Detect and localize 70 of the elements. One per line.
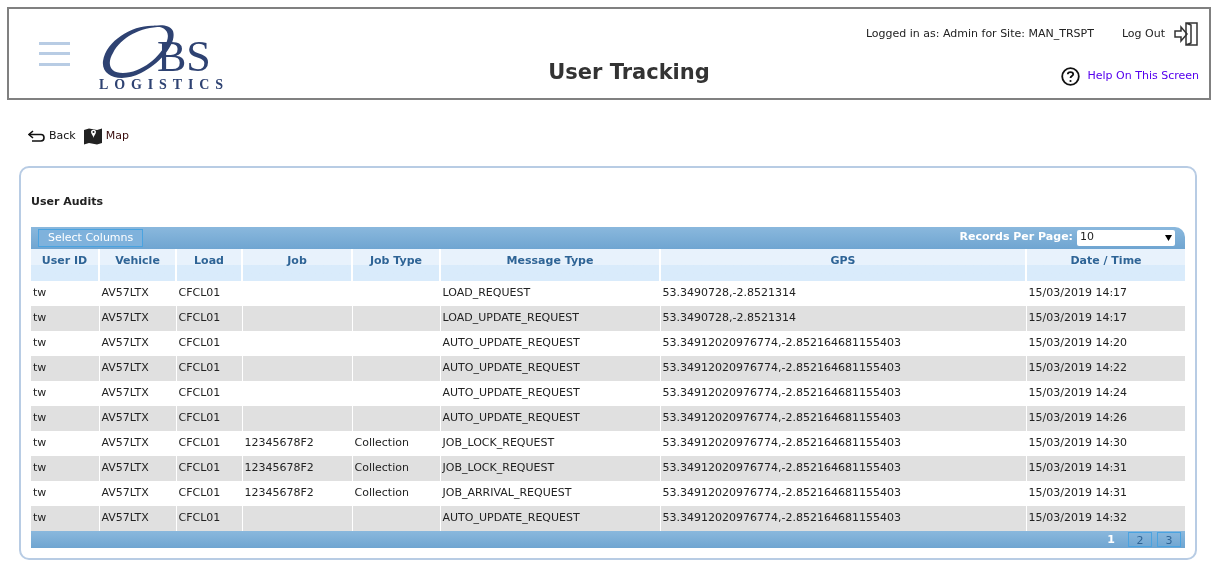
table-cell: tw <box>31 455 99 481</box>
column-header[interactable]: GPS <box>660 248 1026 281</box>
dropdown-arrow-icon <box>1165 234 1172 241</box>
table-cell: 15/03/2019 14:17 <box>1026 280 1185 306</box>
table-cell: 53.34912020976774,-2.852164681155403 <box>660 355 1026 381</box>
table-cell: 15/03/2019 14:24 <box>1026 380 1185 406</box>
table-cell: AUTO_UPDATE_REQUEST <box>440 405 660 431</box>
column-header[interactable]: Date / Time <box>1026 248 1185 281</box>
table-cell: Collection <box>352 480 440 506</box>
back-arrow-icon <box>28 130 46 142</box>
table-cell: tw <box>31 480 99 506</box>
table-cell: JOB_ARRIVAL_REQUEST <box>440 480 660 506</box>
table-cell: AUTO_UPDATE_REQUEST <box>440 505 660 531</box>
table-cell: 53.34912020976774,-2.852164681155403 <box>660 405 1026 431</box>
table-cell: 12345678F2 <box>242 480 352 506</box>
table-cell: tw <box>31 405 99 431</box>
table-cell: tw <box>31 380 99 406</box>
logout-link[interactable]: Log Out <box>1121 21 1199 47</box>
column-header[interactable]: Vehicle <box>99 248 176 281</box>
table-cell: AUTO_UPDATE_REQUEST <box>440 330 660 356</box>
map-link[interactable]: Map <box>82 127 129 145</box>
page-title: User Tracking <box>548 58 710 86</box>
menu-icon[interactable] <box>38 40 70 67</box>
back-link[interactable]: Back <box>28 127 76 145</box>
table-cell: AUTO_UPDATE_REQUEST <box>440 380 660 406</box>
table-cell: 15/03/2019 14:32 <box>1026 505 1185 531</box>
records-per-page-label: Records Per Page: <box>959 229 1073 246</box>
panel-title: User Audits <box>31 194 104 210</box>
table-cell: 53.34912020976774,-2.852164681155403 <box>660 330 1026 356</box>
table-cell: tw <box>31 330 99 356</box>
table-cell: Collection <box>352 430 440 456</box>
table-cell: 12345678F2 <box>242 455 352 481</box>
table-cell: tw <box>31 280 99 306</box>
column-header[interactable]: User ID <box>31 248 99 281</box>
table-cell: 15/03/2019 14:30 <box>1026 430 1185 456</box>
logo-tagline: LOGISTICS <box>99 78 229 92</box>
table-cell: tw <box>31 355 99 381</box>
table-cell: 53.34912020976774,-2.852164681155403 <box>660 480 1026 506</box>
column-header[interactable]: Message Type <box>440 248 660 281</box>
table-cell: 15/03/2019 14:31 <box>1026 480 1185 506</box>
table-cell: LOAD_UPDATE_REQUEST <box>440 305 660 331</box>
table-cell: tw <box>31 505 99 531</box>
column-header[interactable]: Load <box>176 248 242 281</box>
table-cell: 15/03/2019 14:22 <box>1026 355 1185 381</box>
table-cell: 53.34912020976774,-2.852164681155403 <box>660 430 1026 456</box>
table-cell: 53.3490728,-2.8521314 <box>660 280 1026 306</box>
table-cell: 53.34912020976774,-2.852164681155403 <box>660 380 1026 406</box>
help-icon <box>1060 67 1080 86</box>
table-cell: JOB_LOCK_REQUEST <box>440 430 660 456</box>
column-header[interactable]: Job <box>242 248 352 281</box>
table-cell: tw <box>31 305 99 331</box>
help-link[interactable]: Help On This Screen <box>1060 67 1199 86</box>
logged-in-text: Logged in as: Admin for Site: MAN_TRSPT <box>865 25 1094 42</box>
table-cell: AUTO_UPDATE_REQUEST <box>440 355 660 381</box>
table-cell: 15/03/2019 14:20 <box>1026 330 1185 356</box>
records-per-page-select[interactable]: 10 <box>1077 229 1175 246</box>
table-cell: 53.34912020976774,-2.852164681155403 <box>660 455 1026 481</box>
table-cell: tw <box>31 430 99 456</box>
map-pin-icon <box>82 127 103 145</box>
table-cell: LOAD_REQUEST <box>440 280 660 306</box>
table-cell: 53.3490728,-2.8521314 <box>660 305 1026 331</box>
table-cell: JOB_LOCK_REQUEST <box>440 455 660 481</box>
table-cell: 15/03/2019 14:17 <box>1026 305 1185 331</box>
exit-door-icon <box>1173 21 1199 47</box>
table-cell: 15/03/2019 14:31 <box>1026 455 1185 481</box>
table-cell: 12345678F2 <box>242 430 352 456</box>
table-cell: 15/03/2019 14:26 <box>1026 405 1185 431</box>
table-cell: Collection <box>352 455 440 481</box>
column-header[interactable]: Job Type <box>352 248 440 281</box>
table-cell: 53.34912020976774,-2.852164681155403 <box>660 505 1026 531</box>
